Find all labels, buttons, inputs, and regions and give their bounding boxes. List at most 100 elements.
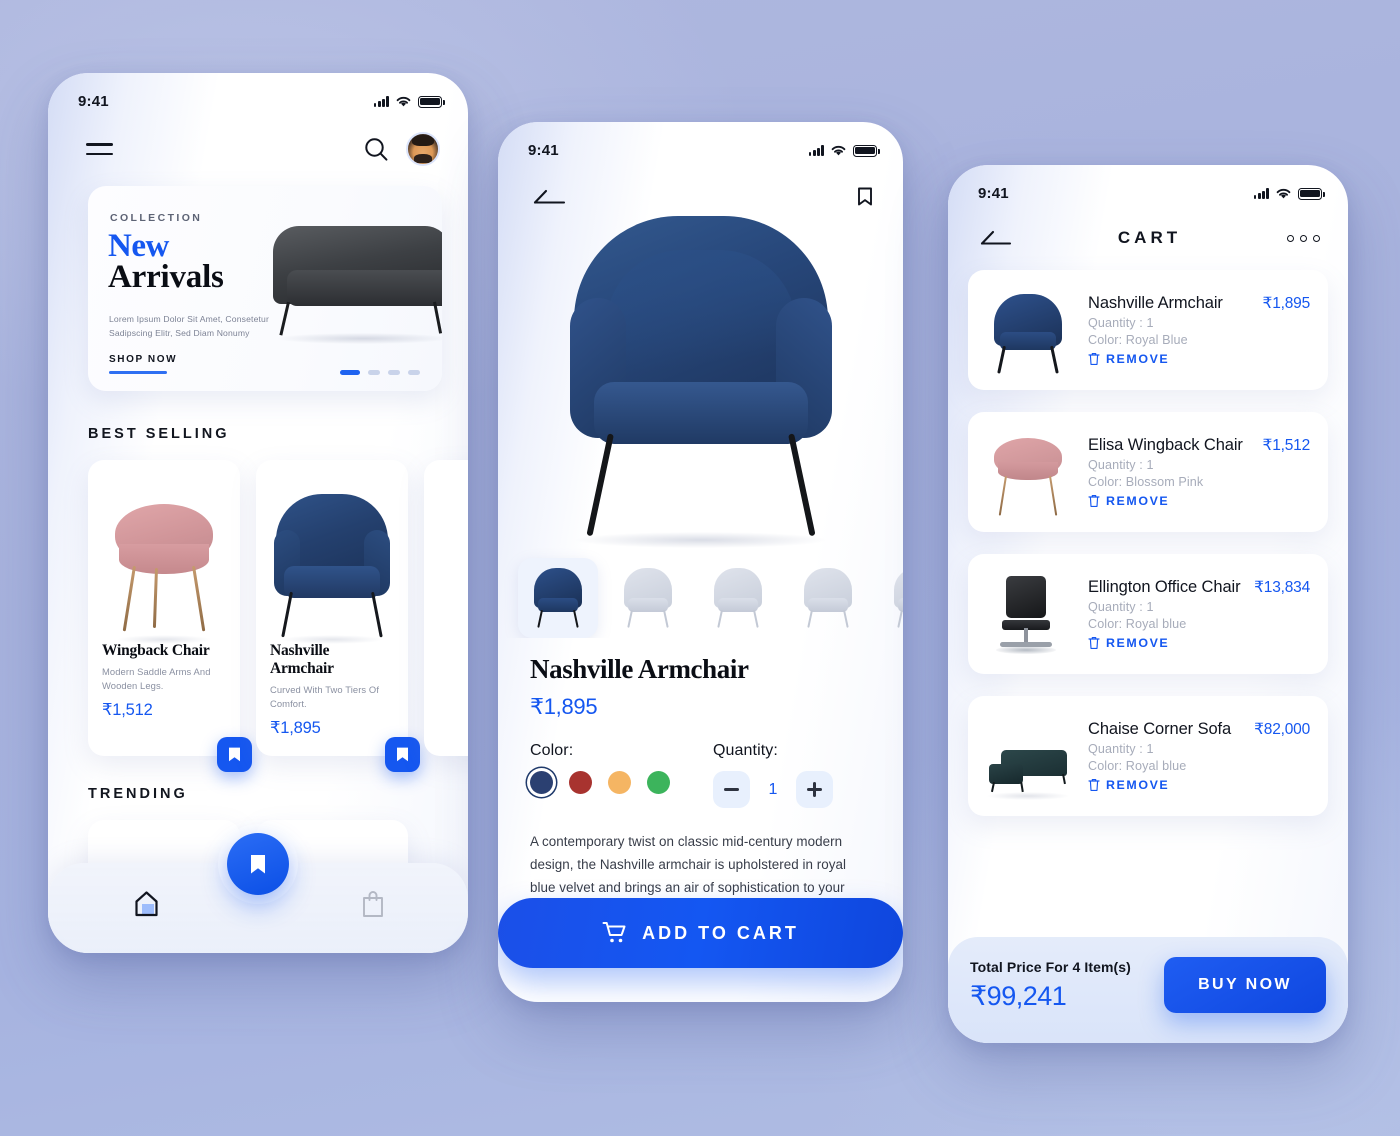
total-price-label: Total Price For 4 Item(s) xyxy=(970,958,1131,975)
trash-icon xyxy=(1088,637,1100,649)
add-to-cart-button[interactable]: ADD TO CART xyxy=(498,898,903,968)
cart-item-name: Elisa Wingback Chair xyxy=(1088,436,1243,454)
product-thumbnail[interactable] xyxy=(518,558,598,638)
bookmark-icon xyxy=(229,747,240,762)
shop-now-label: SHOP NOW xyxy=(109,354,178,365)
home-top-nav xyxy=(48,110,468,166)
color-swatches[interactable] xyxy=(530,771,713,794)
bookmark-button[interactable] xyxy=(385,737,420,773)
battery-icon xyxy=(1298,187,1325,200)
banner-title-line2: Arrivals xyxy=(108,259,224,295)
cart-item-row[interactable]: Elisa Wingback Chair ₹1,512 Quantity : 1… xyxy=(968,412,1328,532)
cart-page-title: CART xyxy=(1117,228,1182,247)
cart-item-color: Color: Royal Blue xyxy=(1088,333,1188,347)
cart-item-thumbnail-office-chair xyxy=(982,568,1074,660)
cart-item-quantity: Quantity : 1 xyxy=(1088,742,1154,756)
bookmark-icon xyxy=(397,747,408,762)
back-arrow-icon[interactable] xyxy=(978,228,1012,248)
quantity-label: Quantity: xyxy=(713,742,778,759)
cart-item-remove-button[interactable]: REMOVE xyxy=(1088,494,1310,508)
product-card-name: Wingback Chair xyxy=(102,642,210,659)
cart-total: Total Price For 4 Item(s) ₹99,241 xyxy=(970,959,1131,1012)
cart-item-price: ₹1,895 xyxy=(1262,295,1311,312)
color-swatch-red[interactable] xyxy=(569,771,592,794)
cart-item-price: ₹13,834 xyxy=(1254,579,1310,596)
banner-subtitle: Lorem Ipsum Dolor Sit Amet, Consetetur S… xyxy=(109,314,269,339)
quantity-selector: Quantity: 1 xyxy=(713,742,873,808)
color-swatch-green[interactable] xyxy=(647,771,670,794)
trash-icon xyxy=(1088,495,1100,507)
product-thumbnail-strip[interactable] xyxy=(498,546,903,638)
shopping-bag-icon[interactable] xyxy=(360,889,386,919)
home-icon[interactable] xyxy=(130,888,164,920)
buy-now-label: BUY NOW xyxy=(1198,976,1292,993)
quantity-increase-button[interactable] xyxy=(796,771,833,808)
battery-icon xyxy=(853,144,880,157)
product-card-price: ₹1,895 xyxy=(270,719,321,738)
banner-pagination-dots[interactable] xyxy=(340,370,420,375)
phone-screen-home: 9:41 COLLECTION New Arrivals Lorem Ipsum… xyxy=(48,73,468,953)
cart-item-price: ₹82,000 xyxy=(1254,721,1310,738)
product-thumbnail[interactable] xyxy=(878,558,903,638)
search-icon[interactable] xyxy=(363,136,390,163)
product-thumbnail[interactable] xyxy=(698,558,778,638)
trash-icon xyxy=(1088,353,1100,365)
product-title: Nashville Armchair xyxy=(530,654,749,684)
cart-item-color: Color: Royal blue xyxy=(1088,617,1187,631)
product-thumbnail[interactable] xyxy=(788,558,868,638)
banner-sofa-image xyxy=(273,226,442,346)
cart-item-quantity: Quantity : 1 xyxy=(1088,316,1154,330)
best-selling-card-row[interactable]: Wingback Chair Modern Saddle Arms And Wo… xyxy=(48,460,468,773)
product-card[interactable]: Wingback Chair Modern Saddle Arms And Wo… xyxy=(88,460,252,773)
banner-eyebrow: COLLECTION xyxy=(110,212,203,224)
new-arrivals-banner[interactable]: COLLECTION New Arrivals Lorem Ipsum Dolo… xyxy=(88,186,442,391)
bottom-tab-bar[interactable] xyxy=(48,833,468,953)
product-options: Color: Quantity: 1 xyxy=(530,742,873,808)
cart-item-price: ₹1,512 xyxy=(1262,437,1311,454)
color-swatch-orange[interactable] xyxy=(608,771,631,794)
banner-title: New Arrivals xyxy=(108,230,224,294)
status-icons xyxy=(373,95,445,108)
cart-item-row[interactable]: Nashville Armchair ₹1,895 Quantity : 1 C… xyxy=(968,270,1328,390)
product-card-desc: Curved With Two Tiers Of Comfort. xyxy=(270,684,380,710)
trash-icon xyxy=(1088,779,1100,791)
add-to-cart-bar: ADD TO CART xyxy=(498,898,903,968)
quantity-decrease-button[interactable] xyxy=(713,771,750,808)
shopping-cart-icon xyxy=(602,922,626,943)
cart-item-quantity: Quantity : 1 xyxy=(1088,458,1154,472)
cart-item-remove-button[interactable]: REMOVE xyxy=(1088,636,1310,650)
remove-label: REMOVE xyxy=(1106,352,1170,366)
back-arrow-icon[interactable] xyxy=(530,187,566,207)
product-price: ₹1,895 xyxy=(530,694,598,719)
cart-item-quantity: Quantity : 1 xyxy=(1088,600,1154,614)
trending-section-title: TRENDING xyxy=(88,786,188,803)
cart-item-color: Color: Royal blue xyxy=(1088,759,1187,773)
status-time: 9:41 xyxy=(978,185,1009,202)
cart-item-row[interactable]: Chaise Corner Sofa ₹82,000 Quantity : 1 … xyxy=(968,696,1328,816)
user-avatar[interactable] xyxy=(406,132,440,166)
more-options-icon[interactable] xyxy=(1287,234,1320,242)
cart-item-thumbnail-navy-armchair xyxy=(982,284,1074,376)
product-card-price: ₹1,512 xyxy=(102,701,153,720)
bookmark-icon xyxy=(251,854,265,873)
color-swatch-royal-blue[interactable] xyxy=(530,771,553,794)
quantity-stepper[interactable]: 1 xyxy=(713,771,873,808)
status-time: 9:41 xyxy=(78,93,109,110)
product-thumbnail[interactable] xyxy=(608,558,688,638)
product-card[interactable]: Nashville Armchair Curved With Two Tiers… xyxy=(256,460,420,773)
cart-item-remove-button[interactable]: REMOVE xyxy=(1088,352,1310,366)
product-card-partial[interactable] xyxy=(424,460,468,757)
saved-fab-button[interactable] xyxy=(227,833,289,895)
bookmark-icon[interactable] xyxy=(857,187,873,207)
cart-footer: Total Price For 4 Item(s) ₹99,241 BUY NO… xyxy=(948,937,1348,1043)
shop-now-link[interactable]: SHOP NOW xyxy=(109,354,177,374)
cart-item-remove-button[interactable]: REMOVE xyxy=(1088,778,1310,792)
status-time: 9:41 xyxy=(528,142,559,159)
phone-screen-product-detail: 9:41 Nashville Armchair ₹1,895 Color: Qu… xyxy=(498,122,903,1002)
hamburger-menu-icon[interactable] xyxy=(86,142,113,156)
buy-now-button[interactable]: BUY NOW xyxy=(1164,957,1326,1013)
remove-label: REMOVE xyxy=(1106,636,1170,650)
bookmark-button[interactable] xyxy=(217,737,252,773)
cart-item-row[interactable]: Ellington Office Chair ₹13,834 Quantity … xyxy=(968,554,1328,674)
product-image-wingback-chair xyxy=(102,474,226,644)
